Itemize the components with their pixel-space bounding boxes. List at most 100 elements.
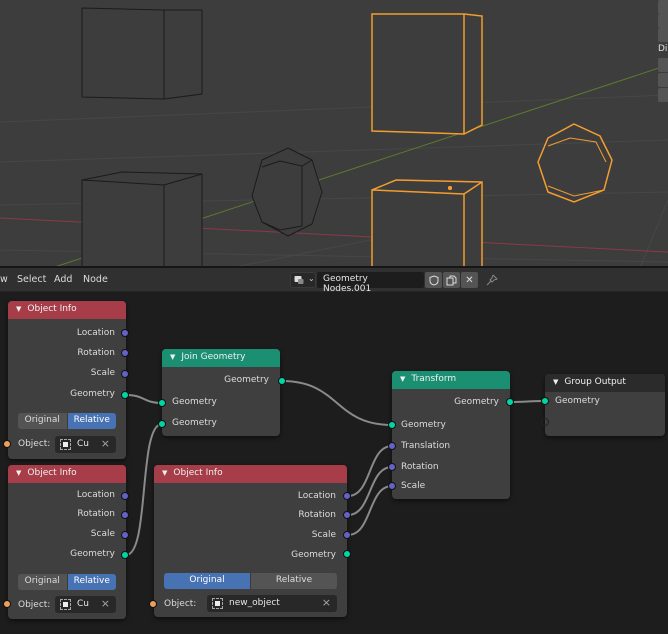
sidebar-field[interactable]	[658, 14, 668, 28]
node-header[interactable]: ▼ Group Output	[545, 374, 665, 392]
pin-icon[interactable]	[484, 272, 500, 288]
output-label: Geometry	[224, 375, 269, 385]
socket-object[interactable]	[3, 600, 11, 608]
output-label: Scale	[311, 530, 336, 540]
duplicate-icon[interactable]	[443, 272, 460, 288]
viewport-scene	[0, 7, 668, 268]
3d-viewport[interactable]: Di	[0, 0, 668, 268]
object-icon	[212, 598, 223, 609]
socket-geometry[interactable]	[343, 550, 351, 558]
socket-rotation[interactable]	[343, 511, 351, 519]
transform-space-toggle[interactable]: Original Relative	[18, 574, 116, 590]
node-header[interactable]: ▼ Object Info	[8, 301, 126, 319]
toggle-original[interactable]: Original	[18, 574, 67, 590]
input-label: Geometry	[172, 397, 217, 407]
output-label: Location	[297, 491, 336, 501]
link-geometry[interactable]	[509, 400, 546, 403]
sidebar-field[interactable]	[658, 0, 668, 14]
socket-scale-in[interactable]	[388, 482, 396, 490]
sidebar-label: Di	[658, 44, 668, 54]
object-field[interactable]: Cu ×	[55, 596, 116, 613]
link-vector[interactable]	[347, 466, 393, 516]
sidebar-field[interactable]	[658, 28, 668, 42]
sphere-object[interactable]	[251, 147, 323, 237]
clear-x-icon[interactable]: ×	[322, 596, 331, 609]
object-field[interactable]: new_object ×	[207, 595, 337, 612]
clear-x-icon[interactable]: ×	[101, 597, 110, 610]
socket-virtual-empty[interactable]	[541, 418, 549, 426]
transform-space-toggle[interactable]: Original Relative	[164, 573, 337, 589]
socket-geometry[interactable]	[121, 391, 129, 399]
menu-add[interactable]: Add	[54, 274, 72, 285]
socket-geometry-in[interactable]	[158, 420, 166, 428]
sidebar-field[interactable]	[658, 58, 668, 72]
socket-location[interactable]	[121, 492, 129, 500]
socket-scale[interactable]	[121, 531, 129, 539]
socket-object[interactable]	[3, 440, 11, 448]
collapse-triangle-icon[interactable]: ▼	[400, 375, 405, 383]
socket-geometry-in[interactable]	[388, 421, 396, 429]
menu-node[interactable]: Node	[83, 274, 108, 285]
join-geometry-node[interactable]: ▼ Join Geometry Geometry Geometry Geometr…	[162, 349, 280, 436]
socket-geometry-in[interactable]	[541, 397, 549, 405]
socket-scale[interactable]	[343, 531, 351, 539]
transform-space-toggle[interactable]: Original Relative	[18, 413, 116, 429]
object-field[interactable]: Cu ×	[55, 436, 116, 453]
socket-rotation[interactable]	[121, 349, 129, 357]
socket-object[interactable]	[149, 600, 157, 608]
sidebar-field[interactable]	[658, 73, 668, 87]
toggle-original[interactable]: Original	[18, 413, 67, 429]
output-label: Geometry	[291, 550, 336, 560]
socket-location[interactable]	[121, 329, 129, 337]
menu-select[interactable]: Select	[17, 274, 46, 285]
object-label: Object:	[18, 600, 51, 610]
collapse-triangle-icon[interactable]: ▼	[162, 469, 167, 477]
transform-node[interactable]: ▼ Transform Geometry Geometry Translation…	[392, 371, 510, 499]
node-editor-canvas[interactable]: ▼ Object Info Location Rotation Scale Geo…	[0, 292, 668, 634]
sidebar-field[interactable]	[658, 88, 668, 102]
node-header[interactable]: ▼ Join Geometry	[162, 349, 280, 367]
node-header[interactable]: ▼ Object Info	[154, 465, 347, 483]
fake-user-shield-icon[interactable]	[425, 272, 442, 288]
socket-geometry-out[interactable]	[506, 398, 514, 406]
socket-geometry-in[interactable]	[158, 399, 166, 407]
link-geometry[interactable]	[281, 380, 393, 426]
selected-sphere-object[interactable]	[537, 123, 613, 203]
unlink-x-icon[interactable]: ✕	[461, 272, 478, 288]
node-title: Object Info	[27, 468, 77, 478]
group-output-node[interactable]: ▼ Group Output Geometry	[545, 374, 665, 436]
collapse-triangle-icon[interactable]: ▼	[553, 378, 558, 386]
node-header[interactable]: ▼ Transform	[392, 371, 510, 389]
cube-object[interactable]	[81, 7, 203, 100]
collapse-triangle-icon[interactable]: ▼	[16, 305, 21, 313]
toggle-relative[interactable]: Relative	[250, 573, 337, 589]
output-label: Geometry	[70, 389, 115, 399]
node-tree-name-field[interactable]: Geometry Nodes.001	[317, 272, 424, 294]
cube-object[interactable]	[81, 171, 203, 268]
link-geometry[interactable]	[125, 394, 163, 404]
object-info-node[interactable]: ▼ Object Info Location Rotation Scale Geo…	[8, 301, 126, 459]
node-tree-browse-dropdown[interactable]: ⌄	[290, 272, 316, 288]
output-label: Rotation	[298, 510, 336, 520]
socket-location[interactable]	[343, 492, 351, 500]
menu-view[interactable]: w	[0, 274, 8, 285]
socket-geometry[interactable]	[121, 551, 129, 559]
toggle-original[interactable]: Original	[164, 573, 250, 589]
socket-rotation[interactable]	[121, 511, 129, 519]
editor-type-icon	[294, 276, 304, 284]
object-info-node[interactable]: ▼ Object Info Location Rotation Scale Geo…	[8, 465, 126, 619]
selected-cube-object[interactable]	[371, 179, 483, 268]
collapse-triangle-icon[interactable]: ▼	[170, 353, 175, 361]
clear-x-icon[interactable]: ×	[101, 437, 110, 450]
selected-cube-object[interactable]	[371, 13, 483, 135]
toggle-relative[interactable]: Relative	[66, 574, 116, 590]
toggle-relative[interactable]: Relative	[66, 413, 116, 429]
socket-scale[interactable]	[121, 370, 129, 378]
socket-translation[interactable]	[388, 442, 396, 450]
object-info-node[interactable]: ▼ Object Info Location Rotation Scale Geo…	[154, 465, 347, 617]
socket-geometry-out[interactable]	[278, 377, 286, 385]
collapse-triangle-icon[interactable]: ▼	[16, 469, 21, 477]
node-header[interactable]: ▼ Object Info	[8, 465, 126, 483]
node-editor-header: w Select Add Node ⌄ Geometry Nodes.001 ✕	[0, 268, 668, 294]
socket-rotation-in[interactable]	[388, 463, 396, 471]
